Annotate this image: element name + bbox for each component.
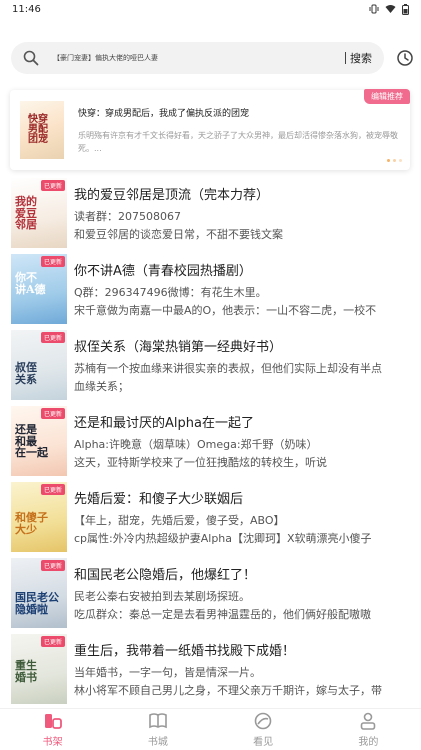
book-cover: 还是 和最 在一起 已更新 [11, 406, 67, 476]
bookshelf-icon [44, 714, 62, 729]
book-title: 还是和最讨厌的Alpha在一起了 [74, 416, 254, 431]
search-placeholder: 【豪门宠妻】偏执大佬的哑巴人妻 [53, 54, 158, 62]
updated-badge: 已更新 [40, 256, 65, 267]
nav-profile[interactable]: 我的 [316, 709, 421, 750]
bottom-nav: 书架 书城 看见 我的 [0, 708, 421, 750]
status-bar: 11:46 [0, 0, 421, 18]
wifi-icon [385, 5, 396, 13]
carousel-dots [387, 159, 402, 162]
book-title: 和国民老公隐婚后，他爆红了！ [74, 568, 257, 583]
profile-icon [361, 712, 376, 730]
status-time: 11:46 [12, 3, 41, 15]
search-icon [23, 50, 39, 66]
updated-badge: 已更新 [40, 560, 65, 571]
search-divider [345, 52, 346, 64]
book-info: 读者群：207508067 [74, 210, 181, 223]
book-title: 重生后，我带着一纸婚书找殿下成婚！ [74, 644, 296, 659]
book-summary: 吃瓜群众：秦总一定是去看男神温霆岳的，他们俩好般配嗷嗷 [74, 608, 371, 621]
featured-card[interactable]: 快穿 男配 团宠 快穿：穿成男配后，我成了偏执反派的团宠 乐明殇有许京有才千文长得好… [10, 89, 410, 170]
updated-badge: 已更新 [40, 408, 65, 419]
battery-icon [402, 3, 409, 15]
book-title: 先婚后爱：和傻子大少联姻后 [74, 492, 244, 507]
book-cover: 你不 讲A德 已更新 [11, 254, 67, 324]
carousel-dot [393, 159, 396, 162]
book-summary: 林小将军不顾自己男儿之身，不理父亲万千期许，嫁与太子，带 [74, 684, 382, 697]
book-cover: 叔侄 关系 已更新 [11, 330, 67, 400]
book-summary: cp属性:外冷内热超级护妻Alpha【沈卿珂】X软萌漂亮小傻子 [74, 532, 372, 545]
updated-badge: 已更新 [40, 332, 65, 343]
book-summary: 血缘关系； [74, 380, 129, 393]
book-info: Alpha:许晚意（烟草味）Omega:郑千野（奶味） [74, 438, 318, 451]
search-button[interactable]: 搜索 [350, 50, 372, 66]
book-info: 苏楠有一个按血缘来讲很实亲的表叔，但他们实际上却没有半点 [74, 362, 382, 375]
book-info: 当年婚书，一字一句，皆是情深一片。 [74, 666, 261, 679]
book-title: 你不讲A德（青春校园热播剧） [74, 264, 252, 279]
book-info: 【年上，甜宠，先婚后爱，傻子受，ABO】 [74, 514, 285, 527]
book-info: Q群：296347496微博：有花生木里。 [74, 286, 267, 299]
nav-book-city[interactable]: 书城 [105, 709, 210, 750]
book-item[interactable]: 还是 和最 在一起 已更新 还是和最讨厌的Alpha在一起了 Alpha:许晚意（烟… [0, 404, 421, 480]
status-icons [369, 3, 409, 15]
updated-badge: 已更新 [40, 484, 65, 495]
nav-label: 我的 [358, 737, 379, 748]
book-city-icon [149, 713, 167, 729]
nav-label: 看见 [253, 737, 274, 748]
book-summary: 宋千意做为南嘉一中最A的O，他表示：一山不容二虎，一校不 [74, 304, 377, 317]
book-info: 民老公秦右安被拍到去某剧场探班。 [74, 590, 250, 603]
featured-title: 快穿：穿成男配后，我成了偏执反派的团宠 [78, 108, 250, 119]
nav-label: 书架 [42, 737, 63, 748]
carousel-dot [399, 159, 402, 162]
book-item[interactable]: 我的 爱豆 邻居 已更新 我的爱豆邻居是顶流（完本力荐） 读者群：207508067… [0, 176, 421, 252]
search-row: 【豪门宠妻】偏执大佬的哑巴人妻 搜索 [11, 42, 414, 74]
nav-bookshelf[interactable]: 书架 [0, 709, 105, 750]
book-summary: 这天，亚特斯学校来了一位狂拽酷炫的转校生，听说 [74, 456, 327, 469]
book-item[interactable]: 国民老公 隐婚啦 已更新 和国民老公隐婚后，他爆红了！ 民老公秦右安被拍到去某剧场… [0, 556, 421, 632]
vibrate-icon [369, 4, 379, 14]
discover-icon [254, 712, 272, 730]
book-item[interactable]: 和傻子 大少 已更新 先婚后爱：和傻子大少联姻后 【年上，甜宠，先婚后爱，傻子受，… [0, 480, 421, 556]
featured-body: 快穿：穿成男配后，我成了偏执反派的团宠 乐明殇有许京有才千文长得好看，天之骄子了… [78, 106, 402, 155]
featured-description: 乐明殇有许京有才千文长得好看，天之骄子了大众男神，最后却活得惨杂落水狗，被宠辱敬… [78, 130, 398, 153]
book-summary: 和爱豆邻居的谈恋爱日常，不甜不要钱文案 [74, 228, 283, 241]
book-list: 我的 爱豆 邻居 已更新 我的爱豆邻居是顶流（完本力荐） 读者群：207508067… [0, 176, 421, 708]
updated-badge: 已更新 [40, 180, 65, 191]
carousel-dot [387, 159, 390, 162]
book-item[interactable]: 叔侄 关系 已更新 叔侄关系（海棠热销第一经典好书） 苏楠有一个按血缘来讲很实亲的… [0, 328, 421, 404]
book-item[interactable]: 重生 婚书 已更新 重生后，我带着一纸婚书找殿下成婚！ 当年婚书，一字一句，皆是情… [0, 632, 421, 708]
book-cover: 我的 爱豆 邻居 已更新 [11, 178, 67, 248]
book-cover: 和傻子 大少 已更新 [11, 482, 67, 552]
updated-badge: 已更新 [40, 636, 65, 647]
book-cover: 国民老公 隐婚啦 已更新 [11, 558, 67, 628]
book-item[interactable]: 你不 讲A德 已更新 你不讲A德（青春校园热播剧） Q群：296347496微博：… [0, 252, 421, 328]
history-icon[interactable] [396, 49, 414, 67]
editor-pick-badge: 编辑推荐 [364, 89, 410, 104]
search-input[interactable]: 【豪门宠妻】偏执大佬的哑巴人妻 搜索 [11, 42, 384, 74]
book-cover: 重生 婚书 已更新 [11, 634, 67, 704]
book-title: 我的爱豆邻居是顶流（完本力荐） [74, 188, 270, 203]
featured-cover-image: 快穿 男配 团宠 [20, 101, 64, 159]
nav-label: 书城 [147, 737, 168, 748]
book-title: 叔侄关系（海棠热销第一经典好书） [74, 340, 283, 355]
nav-discover[interactable]: 看见 [211, 709, 316, 750]
